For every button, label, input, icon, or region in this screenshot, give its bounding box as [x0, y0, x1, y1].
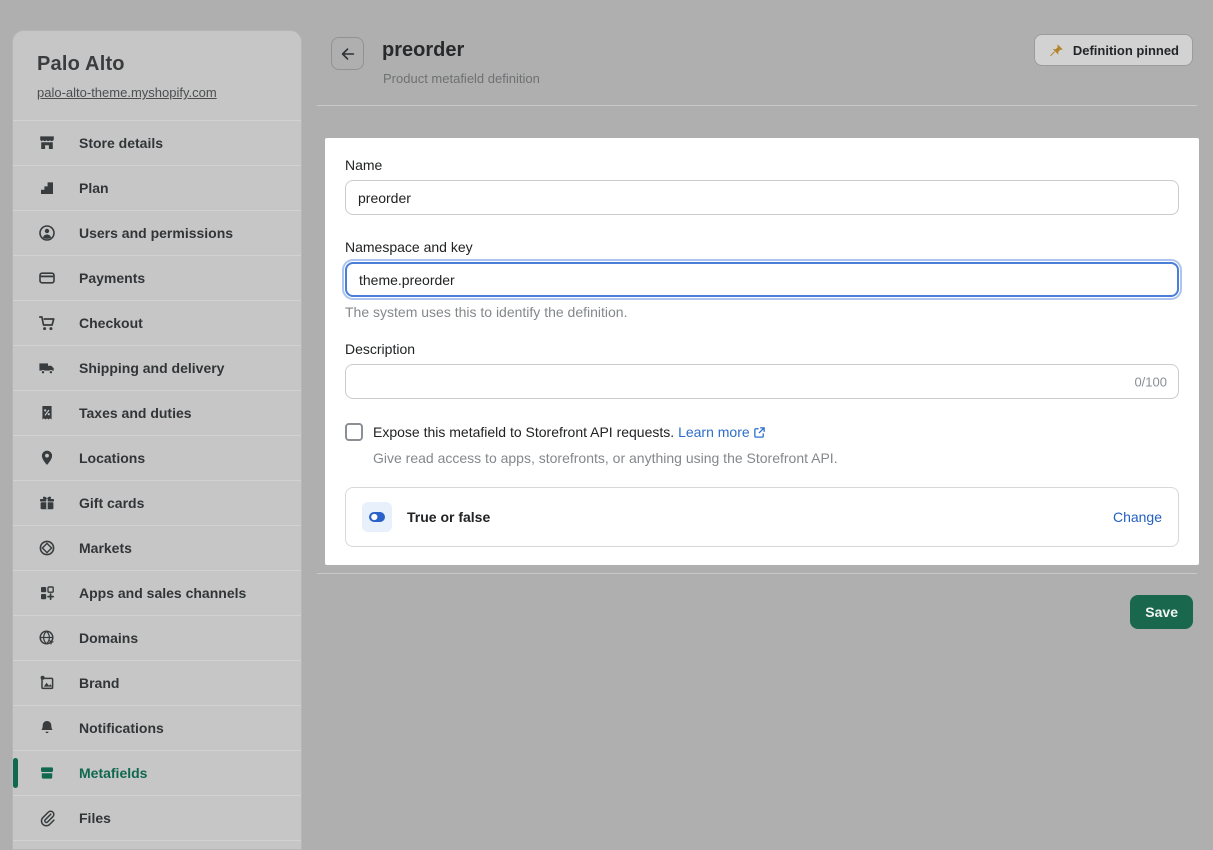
- back-button[interactable]: [331, 37, 364, 70]
- sidebar-item-payments[interactable]: Payments: [13, 256, 301, 301]
- payments-icon: [37, 268, 57, 288]
- namespace-help-text: The system uses this to identify the def…: [345, 302, 1179, 322]
- gift-icon: [37, 493, 57, 513]
- store-domain-link[interactable]: palo-alto-theme.myshopify.com: [37, 85, 217, 100]
- settings-nav: Store details Plan Users and permissions…: [13, 121, 301, 841]
- sidebar-item-store-details[interactable]: Store details: [13, 121, 301, 166]
- name-field-group: Name: [345, 155, 1179, 215]
- sidebar-item-checkout[interactable]: Checkout: [13, 301, 301, 346]
- sidebar-item-markets[interactable]: Markets: [13, 526, 301, 571]
- expose-checkbox[interactable]: [345, 423, 363, 441]
- sidebar-item-plan[interactable]: Plan: [13, 166, 301, 211]
- sidebar-item-gift-cards[interactable]: Gift cards: [13, 481, 301, 526]
- name-input[interactable]: [345, 180, 1179, 215]
- pushpin-icon: [1048, 42, 1065, 59]
- brand-image-icon: [37, 673, 57, 693]
- external-link-icon: [753, 426, 766, 439]
- expose-checkbox-label: Expose this metafield to Storefront API …: [373, 424, 674, 440]
- page-title: preorder: [382, 39, 464, 62]
- description-label: Description: [345, 339, 1179, 359]
- sidebar-item-apps-sales-channels[interactable]: Apps and sales channels: [13, 571, 301, 616]
- location-pin-icon: [37, 448, 57, 468]
- type-selector: True or false Change: [345, 487, 1179, 547]
- expose-help-text: Give read access to apps, storefronts, o…: [373, 448, 838, 468]
- definition-form-card: Name Namespace and key The system uses t…: [325, 138, 1199, 565]
- page-subtitle: Product metafield definition: [383, 71, 540, 86]
- store-name: Palo Alto: [37, 53, 277, 76]
- expose-storefront-row: Expose this metafield to Storefront API …: [345, 422, 1179, 468]
- sidebar-item-files[interactable]: Files: [13, 796, 301, 841]
- sidebar-item-users-permissions[interactable]: Users and permissions: [13, 211, 301, 256]
- namespace-key-input[interactable]: [345, 262, 1179, 297]
- arrow-left-icon: [339, 45, 357, 63]
- name-label: Name: [345, 155, 1179, 175]
- sidebar-item-locations[interactable]: Locations: [13, 436, 301, 481]
- metafields-icon: [37, 763, 57, 783]
- shipping-truck-icon: [37, 358, 57, 378]
- store-icon: [37, 133, 57, 153]
- paperclip-icon: [37, 808, 57, 828]
- markets-globe-icon: [37, 538, 57, 558]
- taxes-receipt-icon: [37, 403, 57, 423]
- boolean-type-icon: [362, 502, 392, 532]
- namespace-key-label: Namespace and key: [345, 237, 1179, 257]
- sidebar-item-metafields[interactable]: Metafields: [13, 751, 301, 796]
- checkout-cart-icon: [37, 313, 57, 333]
- apps-grid-icon: [37, 583, 57, 603]
- users-icon: [37, 223, 57, 243]
- sidebar-item-shipping-delivery[interactable]: Shipping and delivery: [13, 346, 301, 391]
- change-type-link[interactable]: Change: [1113, 509, 1162, 525]
- sidebar-item-taxes-duties[interactable]: Taxes and duties: [13, 391, 301, 436]
- definition-pinned-button[interactable]: Definition pinned: [1034, 34, 1193, 66]
- bell-icon: [37, 718, 57, 738]
- settings-sidebar: Palo Alto palo-alto-theme.myshopify.com …: [12, 30, 302, 850]
- sidebar-item-notifications[interactable]: Notifications: [13, 706, 301, 751]
- sidebar-item-domains[interactable]: Domains: [13, 616, 301, 661]
- namespace-field-group: Namespace and key The system uses this t…: [345, 237, 1179, 322]
- sidebar-item-brand[interactable]: Brand: [13, 661, 301, 706]
- store-header: Palo Alto palo-alto-theme.myshopify.com: [13, 31, 301, 121]
- type-label: True or false: [407, 509, 490, 525]
- description-field-group: Description 0/100: [345, 339, 1179, 399]
- header-divider: [317, 105, 1197, 106]
- plan-icon: [37, 178, 57, 198]
- domains-globe-icon: [37, 628, 57, 648]
- description-input[interactable]: [345, 364, 1179, 399]
- footer-divider: [317, 573, 1197, 574]
- learn-more-link[interactable]: Learn more: [678, 424, 750, 440]
- save-button[interactable]: Save: [1130, 595, 1193, 629]
